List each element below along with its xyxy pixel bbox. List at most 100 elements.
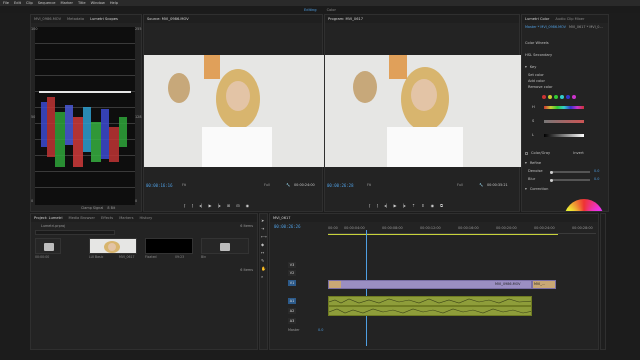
tab-lumetri-scopes[interactable]: Lumetri Scopes bbox=[90, 17, 118, 21]
mark-out-icon[interactable]: ⌉ bbox=[192, 203, 194, 210]
program-timecode[interactable]: 00:00:26:28 bbox=[327, 183, 354, 188]
track-a3[interactable]: A3 bbox=[288, 318, 296, 324]
tab-history[interactable]: History bbox=[139, 216, 152, 220]
zoom-tool-icon[interactable]: ⌕ bbox=[261, 274, 267, 279]
tab-effects[interactable]: Effects bbox=[101, 216, 113, 220]
tab-project[interactable]: Project: Lumetri bbox=[34, 216, 62, 220]
hue-slider[interactable] bbox=[544, 106, 584, 109]
prog-export-frame-icon[interactable]: ◉ bbox=[431, 203, 435, 210]
prog-step-forward-icon[interactable]: |▸ bbox=[403, 203, 406, 210]
key-section[interactable]: ▾ Key bbox=[525, 65, 536, 69]
blur-slider[interactable] bbox=[550, 178, 590, 182]
track-select-tool-icon[interactable]: ⇥ bbox=[261, 226, 267, 231]
razor-tool-icon[interactable]: ◆ bbox=[261, 242, 267, 247]
track-v2[interactable]: V2 bbox=[288, 270, 296, 276]
selection-tool-icon[interactable]: ➤ bbox=[261, 218, 267, 223]
workspace-color[interactable]: Color bbox=[327, 8, 336, 12]
menu-help[interactable]: Help bbox=[110, 1, 118, 5]
bin-item-1[interactable]: MVI_0617 LUI Basic bbox=[89, 238, 139, 260]
overwrite-icon[interactable]: ⊟ bbox=[236, 203, 239, 210]
bin-item-2[interactable]: Fixated 09:23 bbox=[145, 238, 195, 260]
menu-file[interactable]: File bbox=[3, 1, 9, 5]
color-gray-row[interactable]: Color/Gray Invert bbox=[525, 151, 584, 155]
source-timecode[interactable]: 00:00:16:16 bbox=[146, 183, 173, 188]
clamp-signal-toggle[interactable]: Clamp Signal bbox=[81, 206, 103, 210]
blur-value[interactable]: 0.0 bbox=[594, 177, 599, 181]
audio-clip-a1[interactable] bbox=[328, 296, 532, 306]
tab-markers[interactable]: Markers bbox=[119, 216, 133, 220]
prog-mark-out-icon[interactable]: ⌉ bbox=[377, 203, 379, 210]
slip-tool-icon[interactable]: ↔ bbox=[261, 250, 267, 255]
track-a2[interactable]: A2 bbox=[288, 308, 296, 314]
comparison-view-icon[interactable]: ⧉ bbox=[440, 203, 443, 210]
hsl-secondary-section[interactable]: HSL Secondary bbox=[525, 53, 552, 57]
project-search-input[interactable] bbox=[35, 230, 115, 235]
tab-source-clip[interactable]: MVI_0986.MOV bbox=[34, 17, 61, 21]
timeline-vertical-scrollbar[interactable] bbox=[600, 213, 606, 350]
menu-marker[interactable]: Marker bbox=[61, 1, 73, 5]
lumetri-clip-path[interactable]: Master * MVI_0986.MOV MVI_0617 * MVI_0..… bbox=[525, 25, 603, 29]
program-wrench-icon[interactable]: 🔧 bbox=[479, 183, 483, 187]
prog-play-icon[interactable]: ▶ bbox=[393, 203, 396, 210]
ripple-edit-tool-icon[interactable]: ⟷ bbox=[261, 234, 267, 239]
preset-blue[interactable] bbox=[566, 95, 570, 99]
preset-red[interactable] bbox=[542, 95, 546, 99]
source-quality-select[interactable]: Full bbox=[264, 183, 270, 187]
saturation-slider[interactable] bbox=[544, 120, 584, 123]
preset-cyan[interactable] bbox=[560, 95, 564, 99]
insert-icon[interactable]: ⊞ bbox=[227, 203, 230, 210]
lift-icon[interactable]: ⇡ bbox=[412, 203, 415, 210]
track-v1[interactable]: V1 bbox=[288, 280, 296, 286]
menu-window[interactable]: Window bbox=[91, 1, 105, 5]
invert-toggle[interactable]: Invert bbox=[573, 151, 584, 155]
bit-depth-select[interactable]: 8 Bit bbox=[107, 206, 115, 210]
work-area-bar[interactable] bbox=[328, 234, 558, 235]
source-wrench-icon[interactable]: 🔧 bbox=[286, 183, 290, 187]
pen-tool-icon[interactable]: ✎ bbox=[261, 258, 267, 263]
workspace-editing[interactable]: Editing bbox=[304, 8, 317, 12]
refine-section[interactable]: ▾ Refine bbox=[525, 161, 541, 165]
menu-title[interactable]: Title bbox=[78, 1, 86, 5]
export-frame-icon[interactable]: ◉ bbox=[246, 203, 250, 210]
preset-green[interactable] bbox=[554, 95, 558, 99]
menu-clip[interactable]: Clip bbox=[26, 1, 33, 5]
video-clip-2[interactable]: MVI_... bbox=[532, 280, 556, 289]
extract-icon[interactable]: ⇞ bbox=[421, 203, 424, 210]
track-a1[interactable]: A1 bbox=[288, 298, 296, 304]
tab-audio-clip-mixer[interactable]: Audio Clip Mixer bbox=[555, 17, 584, 21]
menu-sequence[interactable]: Sequence bbox=[38, 1, 56, 5]
preset-magenta[interactable] bbox=[572, 95, 576, 99]
color-gray-checkbox[interactable] bbox=[525, 151, 528, 155]
timeline-ruler[interactable]: 00:00 00:00:04:00 00:00:08:00 00:00:12:0… bbox=[328, 226, 596, 234]
timeline-timecode[interactable]: 00:00:26:26 bbox=[274, 224, 301, 229]
denoise-value[interactable]: 0.0 bbox=[594, 169, 599, 173]
bin-item-0[interactable]: 00:00:00 bbox=[35, 238, 61, 260]
mark-in-icon[interactable]: ⌈ bbox=[184, 203, 186, 210]
master-track-value[interactable]: 0.0 bbox=[318, 328, 323, 332]
remove-color-row[interactable]: Remove color bbox=[528, 85, 553, 89]
source-fit-select[interactable]: Fit bbox=[182, 183, 186, 187]
hand-tool-icon[interactable]: ✋ bbox=[261, 266, 267, 271]
prog-mark-in-icon[interactable]: ⌈ bbox=[369, 203, 371, 210]
luminance-slider[interactable] bbox=[544, 134, 584, 137]
color-wheels-section[interactable]: Color Wheels bbox=[525, 41, 549, 45]
tab-lumetri-color[interactable]: Lumetri Color bbox=[525, 17, 549, 21]
tab-metadata[interactable]: Metadata bbox=[67, 17, 84, 21]
play-icon[interactable]: ▶ bbox=[208, 203, 211, 210]
add-color-row[interactable]: Add color bbox=[528, 79, 545, 83]
tab-source-monitor[interactable]: Source: MVI_0986.MOV bbox=[147, 17, 189, 21]
set-color-row[interactable]: Set color bbox=[528, 73, 544, 77]
step-forward-icon[interactable]: |▸ bbox=[218, 203, 221, 210]
preset-yellow[interactable] bbox=[548, 95, 552, 99]
step-back-icon[interactable]: ◂| bbox=[199, 203, 202, 210]
audio-clip-a1b[interactable] bbox=[328, 306, 532, 316]
tab-sequence[interactable]: MVI_0617 bbox=[273, 216, 291, 220]
prog-step-back-icon[interactable]: ◂| bbox=[384, 203, 387, 210]
tab-media-browser[interactable]: Media Browser bbox=[68, 216, 95, 220]
track-v3[interactable]: V3 bbox=[288, 262, 296, 268]
program-quality-select[interactable]: Full bbox=[457, 183, 463, 187]
video-clip-1[interactable]: MVI_0986.MOV bbox=[328, 280, 532, 289]
correction-section[interactable]: ▾ Correction bbox=[525, 187, 548, 191]
menu-edit[interactable]: Edit bbox=[14, 1, 21, 5]
bin-item-3[interactable]: Bin bbox=[201, 238, 251, 260]
